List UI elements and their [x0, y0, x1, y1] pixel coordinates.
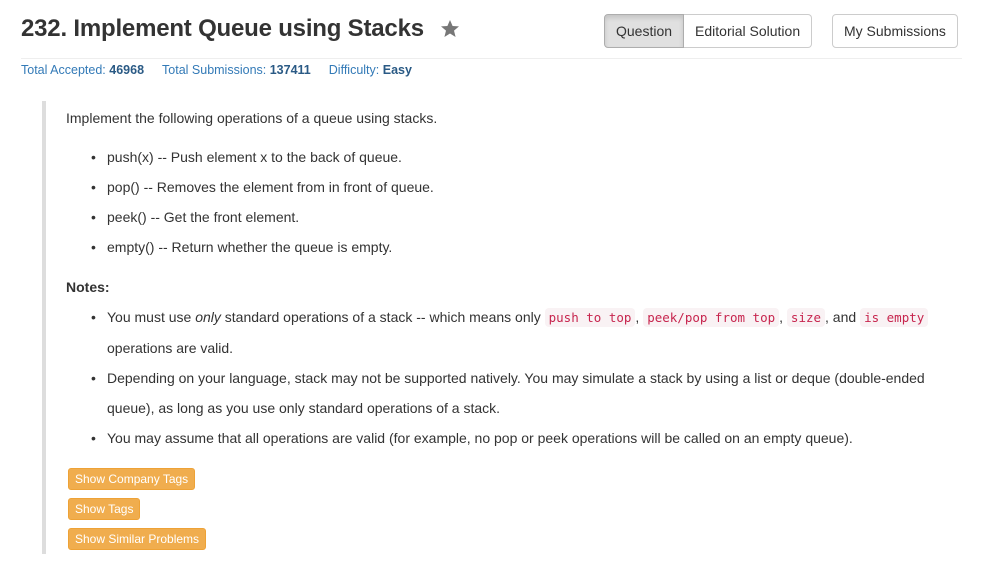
- difficulty: Difficulty: Easy: [328, 63, 412, 77]
- view-toggle: Question Editorial Solution: [604, 14, 813, 48]
- note-item: Depending on your language, stack may no…: [91, 363, 951, 423]
- total-submissions: Total Submissions: 137411: [162, 63, 311, 77]
- list-item: pop() -- Removes the element from in fro…: [91, 172, 434, 202]
- problem-title: 232. Implement Queue using Stacks: [21, 15, 424, 42]
- code-snippet: is empty: [860, 308, 929, 327]
- title-row: 232. Implement Queue using Stacks: [21, 13, 460, 45]
- operations-list: push(x) -- Push element x to the back of…: [91, 142, 434, 262]
- code-snippet: peek/pop from top: [643, 308, 780, 327]
- problem-description: Implement the following operations of a …: [42, 101, 966, 554]
- total-accepted: Total Accepted: 46968: [21, 63, 145, 77]
- editorial-solution-button[interactable]: Editorial Solution: [684, 14, 813, 48]
- show-similar-problems-button[interactable]: Show Similar Problems: [68, 528, 207, 550]
- show-tags-button[interactable]: Show Tags: [68, 498, 141, 520]
- notes-list: You must use only standard operations of…: [91, 302, 951, 453]
- problem-stats: Total Accepted: 46968 Total Submissions:…: [21, 63, 412, 77]
- notes-heading: Notes:: [66, 279, 110, 295]
- question-button[interactable]: Question: [604, 14, 685, 48]
- note-item: You may assume that all operations are v…: [91, 423, 951, 453]
- intro-text: Implement the following operations of a …: [66, 110, 438, 126]
- note-item: You must use only standard operations of…: [91, 302, 951, 363]
- show-company-tags-button[interactable]: Show Company Tags: [68, 468, 196, 490]
- code-snippet: push to top: [544, 308, 636, 327]
- list-item: peek() -- Get the front element.: [91, 202, 434, 232]
- header-divider: [21, 58, 962, 59]
- list-item: push(x) -- Push element x to the back of…: [91, 142, 434, 172]
- list-item: empty() -- Return whether the queue is e…: [91, 232, 434, 262]
- star-icon[interactable]: [440, 19, 460, 39]
- code-snippet: size: [786, 308, 826, 327]
- my-submissions-button[interactable]: My Submissions: [832, 14, 958, 48]
